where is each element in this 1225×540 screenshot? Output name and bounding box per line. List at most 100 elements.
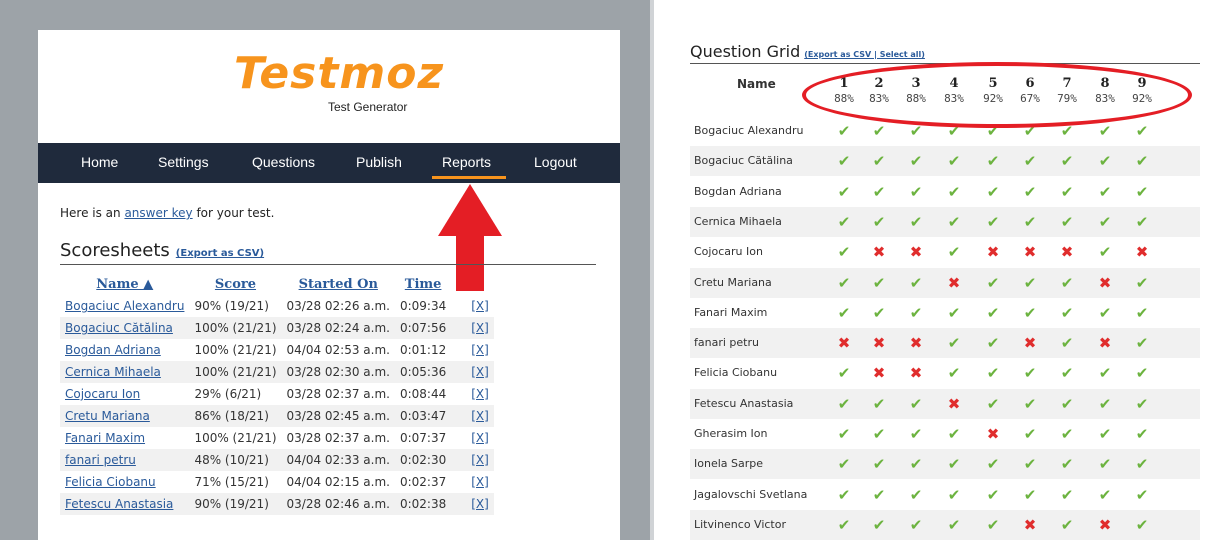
checkmark-icon: ✔: [909, 455, 923, 474]
delete-link[interactable]: [X]: [451, 493, 494, 515]
checkmark-icon: ✔: [986, 273, 1000, 292]
student-name-link[interactable]: Cojocaru Ion: [60, 383, 189, 405]
delete-link[interactable]: [X]: [451, 383, 494, 405]
checkmark-icon: ✔: [986, 334, 1000, 353]
checkmark-icon: ✔: [1098, 182, 1112, 201]
col-name-sort[interactable]: Name ▲: [60, 273, 189, 295]
grid-row: Jagalovschi Svetlana ✔ ✔ ✔ ✔ ✔ ✔ ✔ ✔ ✔: [690, 480, 1200, 510]
nav-settings[interactable]: Settings: [158, 154, 209, 170]
checkmark-icon: ✔: [1060, 303, 1074, 322]
grid-row: Cretu Mariana ✔ ✔ ✔ ✖ ✔ ✔ ✔ ✖ ✔: [690, 267, 1200, 298]
checkmark-icon: ✔: [1060, 273, 1074, 292]
started-on-cell: 04/04 02:53 a.m.: [286, 343, 390, 357]
checkmark-icon: ✔: [1023, 394, 1037, 413]
started-on-cell: 03/28 02:46 a.m.: [281, 493, 395, 515]
score-cell: 29% (6/21): [194, 387, 262, 401]
cross-icon: ✖: [1023, 334, 1037, 353]
time-cell: 0:07:37: [399, 431, 447, 445]
checkmark-icon: ✔: [1060, 152, 1074, 171]
grid-row: Gherasim Ion ✔ ✔ ✔ ✔ ✖ ✔ ✔ ✔ ✔: [690, 419, 1200, 449]
started-on-cell: 04/04 02:15 a.m.: [286, 475, 390, 489]
checkmark-icon: ✔: [947, 243, 961, 262]
cross-icon: ✖: [837, 334, 851, 353]
delete-link[interactable]: [X]: [451, 449, 494, 471]
table-row: Cernica Mihaela 100% (21/21) 03/28 02:30 a…: [60, 361, 494, 383]
checkmark-icon: ✔: [872, 182, 886, 201]
student-name-link[interactable]: Bogaciuc Alexandru: [60, 295, 189, 317]
cross-icon: ✖: [947, 394, 961, 413]
checkmark-icon: ✔: [1060, 485, 1074, 504]
checkmark-icon: ✔: [837, 515, 851, 534]
col-time-sort[interactable]: Time: [395, 273, 451, 295]
student-name-link[interactable]: Bogdan Adriana: [60, 339, 189, 361]
delete-link[interactable]: [X]: [451, 471, 494, 493]
checkmark-icon: ✔: [1060, 394, 1074, 413]
nav-reports[interactable]: Reports: [442, 154, 491, 170]
student-name-link[interactable]: Felicia Ciobanu: [60, 471, 189, 493]
time-cell: 0:02:37: [399, 475, 447, 489]
checkmark-icon: ✔: [1135, 152, 1149, 171]
checkmark-icon: ✔: [837, 182, 851, 201]
checkmark-icon: ✔: [947, 485, 961, 504]
checkmark-icon: ✔: [1023, 364, 1037, 383]
score-cell: 90% (19/21): [189, 493, 282, 515]
checkmark-icon: ✔: [986, 455, 1000, 474]
delete-link[interactable]: [X]: [451, 295, 494, 317]
col-score-sort[interactable]: Score: [189, 273, 281, 295]
grid-student-name: Litvinenco Victor: [694, 517, 787, 531]
grid-row: Felicia Ciobanu ✔ ✖ ✖ ✔ ✔ ✔ ✔ ✔ ✔: [690, 358, 1200, 388]
checkmark-icon: ✔: [947, 152, 961, 171]
time-cell: 0:02:30: [394, 449, 452, 471]
checkmark-icon: ✔: [909, 485, 923, 504]
grid-student-name: Cojocaru Ion: [694, 245, 763, 259]
student-name-link[interactable]: fanari petru: [60, 449, 190, 471]
score-cell: 100% (21/21): [189, 317, 282, 339]
col-started-sort[interactable]: Started On: [282, 273, 395, 295]
checkmark-icon: ✔: [1098, 243, 1112, 262]
student-name-link[interactable]: Cretu Mariana: [60, 405, 190, 427]
student-name-link[interactable]: Cernica Mihaela: [60, 361, 190, 383]
student-name-link[interactable]: Fetescu Anastasia: [60, 493, 190, 515]
answer-key-link[interactable]: answer key: [124, 206, 192, 220]
scoresheets-rule: [60, 264, 596, 265]
score-cell: 48% (10/21): [189, 449, 282, 471]
nav-questions[interactable]: Questions: [252, 154, 315, 170]
delete-link[interactable]: [X]: [451, 427, 494, 449]
checkmark-icon: ✔: [947, 455, 961, 474]
delete-link[interactable]: [X]: [451, 317, 494, 339]
checkmark-icon: ✔: [1023, 273, 1037, 292]
intro-prefix: Here is an: [60, 206, 125, 220]
checkmark-icon: ✔: [1098, 394, 1112, 413]
started-on-cell: 03/28 02:45 a.m.: [281, 405, 395, 427]
main-navbar: Home Settings Questions Publish Reports …: [38, 143, 620, 183]
student-name-link[interactable]: Bogaciuc Cătălina: [60, 317, 190, 339]
nav-logout[interactable]: Logout: [534, 154, 577, 170]
student-name-link[interactable]: Fanari Maxim: [60, 427, 189, 449]
checkmark-icon: ✔: [986, 394, 1000, 413]
checkmark-icon: ✔: [909, 212, 923, 231]
checkmark-icon: ✔: [909, 515, 923, 534]
table-row: Cojocaru Ion 29% (6/21) 03/28 02:37 a.m. 0:…: [60, 383, 494, 405]
cross-icon: ✖: [1023, 515, 1037, 534]
checkmark-icon: ✔: [909, 182, 923, 201]
cross-icon: ✖: [1098, 515, 1112, 534]
testmoz-logo[interactable]: Testmoz: [234, 48, 444, 99]
checkmark-icon: ✔: [909, 425, 923, 443]
checkmark-icon: ✔: [1060, 212, 1074, 231]
checkmark-icon: ✔: [1060, 182, 1074, 201]
checkmark-icon: ✔: [947, 515, 961, 534]
delete-link[interactable]: [X]: [451, 339, 494, 361]
nav-home[interactable]: Home: [81, 154, 118, 170]
intro-suffix: for your test.: [192, 206, 275, 220]
scoresheets-export-link[interactable]: (Export as CSV): [176, 248, 264, 259]
question-grid-links[interactable]: (Export as CSV | Select all): [804, 50, 925, 59]
checkmark-icon: ✔: [986, 152, 1000, 171]
delete-link[interactable]: [X]: [451, 361, 494, 383]
checkmark-icon: ✔: [837, 152, 851, 171]
nav-publish[interactable]: Publish: [356, 154, 402, 170]
delete-link[interactable]: [X]: [451, 405, 494, 427]
checkmark-icon: ✔: [1098, 485, 1112, 504]
started-on-cell: 03/28 02:26 a.m.: [286, 299, 390, 313]
checkmark-icon: ✔: [1098, 212, 1112, 231]
checkmark-icon: ✔: [1135, 212, 1149, 231]
